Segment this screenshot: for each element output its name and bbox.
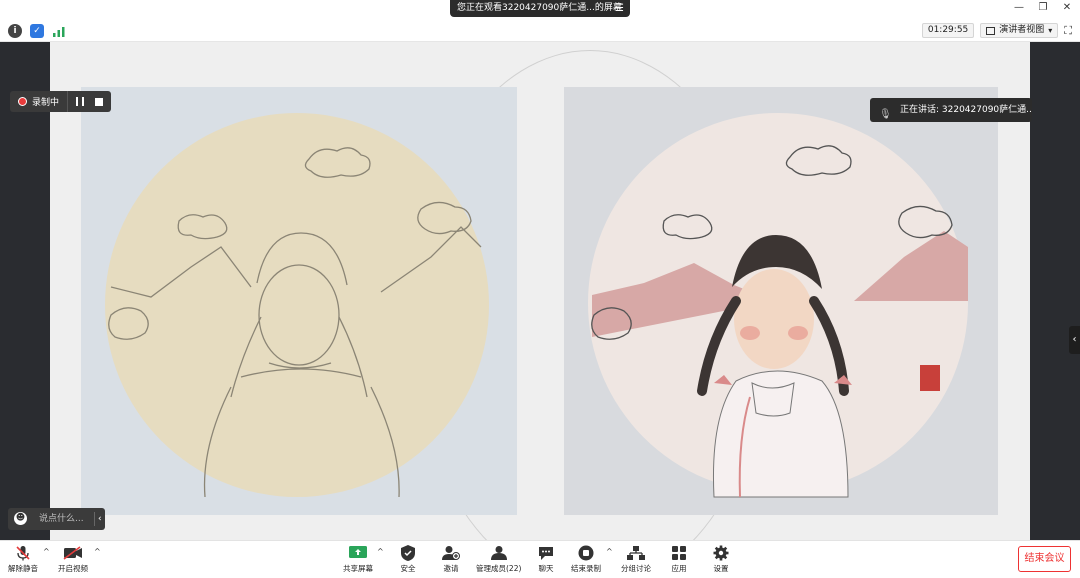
view-mode-label: 演讲者视图 <box>999 25 1045 35</box>
view-layout-icon <box>986 26 996 35</box>
menu-icon[interactable]: ☰ <box>615 0 624 17</box>
active-speaker-label: 正在讲话: 3220427090萨仁通... <box>900 105 1032 115</box>
apps-button[interactable]: 应用 <box>669 545 689 574</box>
recording-status: 录制中 <box>10 91 67 112</box>
active-speaker-indicator: 🎙 正在讲话: 3220427090萨仁通... <box>870 98 1032 122</box>
shield-icon[interactable]: ✓ <box>30 24 44 38</box>
unmute-label: 解除静音 <box>8 564 38 573</box>
start-video-label: 开启视频 <box>58 564 88 573</box>
title-bar: 您正在观看3220427090萨仁通...的屏幕 ☰ — ❐ ✕ <box>0 0 1080 20</box>
meeting-controls-bar: 解除静音 ^ 开启视频 ^ 共享屏幕 ^ 安全 邀请 管理成员(22) 聊天 结… <box>0 540 1080 578</box>
left-dark-panel <box>0 42 50 540</box>
breakout-rooms-icon <box>626 545 646 561</box>
end-meeting-button[interactable]: 结束会议 <box>1018 546 1071 572</box>
share-options-caret[interactable]: ^ <box>377 547 384 556</box>
chat-placeholder: 说点什么... <box>39 514 84 524</box>
divider <box>94 512 95 526</box>
recording-options-caret[interactable]: ^ <box>606 547 613 556</box>
side-panel-toggle[interactable]: ‹ <box>1069 326 1080 354</box>
signal-icon[interactable] <box>52 24 66 38</box>
participants-button[interactable]: 管理成员(22) <box>476 545 521 574</box>
minimize-icon[interactable]: — <box>1012 2 1026 13</box>
info-icon[interactable]: i <box>8 24 22 38</box>
start-video-button[interactable]: 开启视频 <box>58 545 88 574</box>
right-dark-panel <box>1030 42 1080 540</box>
pause-recording-icon[interactable] <box>76 97 85 106</box>
stop-recording-icon[interactable] <box>95 97 104 106</box>
meeting-toolbar: i ✓ 01:29:55 演讲者视图 ▾ ⛶ <box>0 20 1080 42</box>
viewing-screen-title: 您正在观看3220427090萨仁通...的屏幕 <box>457 3 622 13</box>
end-recording-button[interactable]: 结束录制 <box>571 545 601 574</box>
recording-controls: 录制中 <box>10 91 112 112</box>
participants-icon <box>489 545 509 561</box>
emoji-icon[interactable]: ☻ <box>14 512 27 525</box>
audio-options-caret[interactable]: ^ <box>43 547 50 556</box>
fullscreen-icon[interactable]: ⛶ <box>1064 24 1072 38</box>
add-user-icon <box>441 545 461 561</box>
restore-icon[interactable]: ❐ <box>1036 2 1050 13</box>
security-label: 安全 <box>400 564 416 573</box>
collapse-chat-icon[interactable]: ‹ <box>98 508 102 530</box>
settings-button[interactable]: 设置 <box>711 545 731 574</box>
invite-button[interactable]: 邀请 <box>441 545 461 574</box>
apps-label: 应用 <box>671 564 687 573</box>
recording-label: 录制中 <box>32 98 60 108</box>
video-off-icon <box>63 545 83 561</box>
security-button[interactable]: 安全 <box>398 545 418 574</box>
apps-grid-icon <box>669 545 689 561</box>
chat-button[interactable]: 聊天 <box>536 545 556 574</box>
video-options-caret[interactable]: ^ <box>94 547 101 556</box>
breakout-rooms-label: 分组讨论 <box>621 564 651 573</box>
chat-bubble-icon <box>536 545 556 561</box>
unmute-button[interactable]: 解除静音 <box>8 545 38 574</box>
invite-label: 邀请 <box>443 564 459 573</box>
quick-chat-input[interactable]: ☻ 说点什么... ‹ <box>8 508 105 530</box>
share-screen-label: 共享屏幕 <box>343 564 373 573</box>
share-screen-button[interactable]: 共享屏幕 <box>343 545 373 574</box>
meeting-timer: 01:29:55 <box>921 23 975 38</box>
colored-painting-image <box>564 87 998 515</box>
viewing-screen-pill[interactable]: 您正在观看3220427090萨仁通...的屏幕 ☰ <box>450 0 630 17</box>
breakout-rooms-button[interactable]: 分组讨论 <box>621 545 651 574</box>
muted-mic-icon: 🎙 <box>879 109 892 120</box>
shield-icon <box>398 545 418 561</box>
record-icon <box>18 97 27 106</box>
share-screen-icon <box>348 545 368 561</box>
meeting-window: 您正在观看3220427090萨仁通...的屏幕 ☰ — ❐ ✕ i ✓ 01:… <box>0 0 1080 578</box>
muted-microphone-icon <box>13 545 33 561</box>
window-controls: — ❐ ✕ <box>1012 2 1074 13</box>
shared-screen-area: 录制中 🎙 正在讲话: 3220427090萨仁通... ☻ 说点什么... ‹… <box>0 42 1080 578</box>
end-recording-label: 结束录制 <box>571 564 601 573</box>
sketch-painting-image <box>81 87 517 515</box>
stop-record-icon <box>576 545 596 561</box>
view-mode-button[interactable]: 演讲者视图 ▾ <box>980 23 1059 38</box>
settings-label: 设置 <box>713 564 729 573</box>
recording-actions <box>67 91 111 112</box>
close-icon[interactable]: ✕ <box>1060 2 1074 13</box>
gear-icon <box>711 545 731 561</box>
chat-label: 聊天 <box>538 564 554 573</box>
chevron-down-icon: ▾ <box>1048 26 1053 35</box>
participants-label: 管理成员(22) <box>476 564 522 573</box>
